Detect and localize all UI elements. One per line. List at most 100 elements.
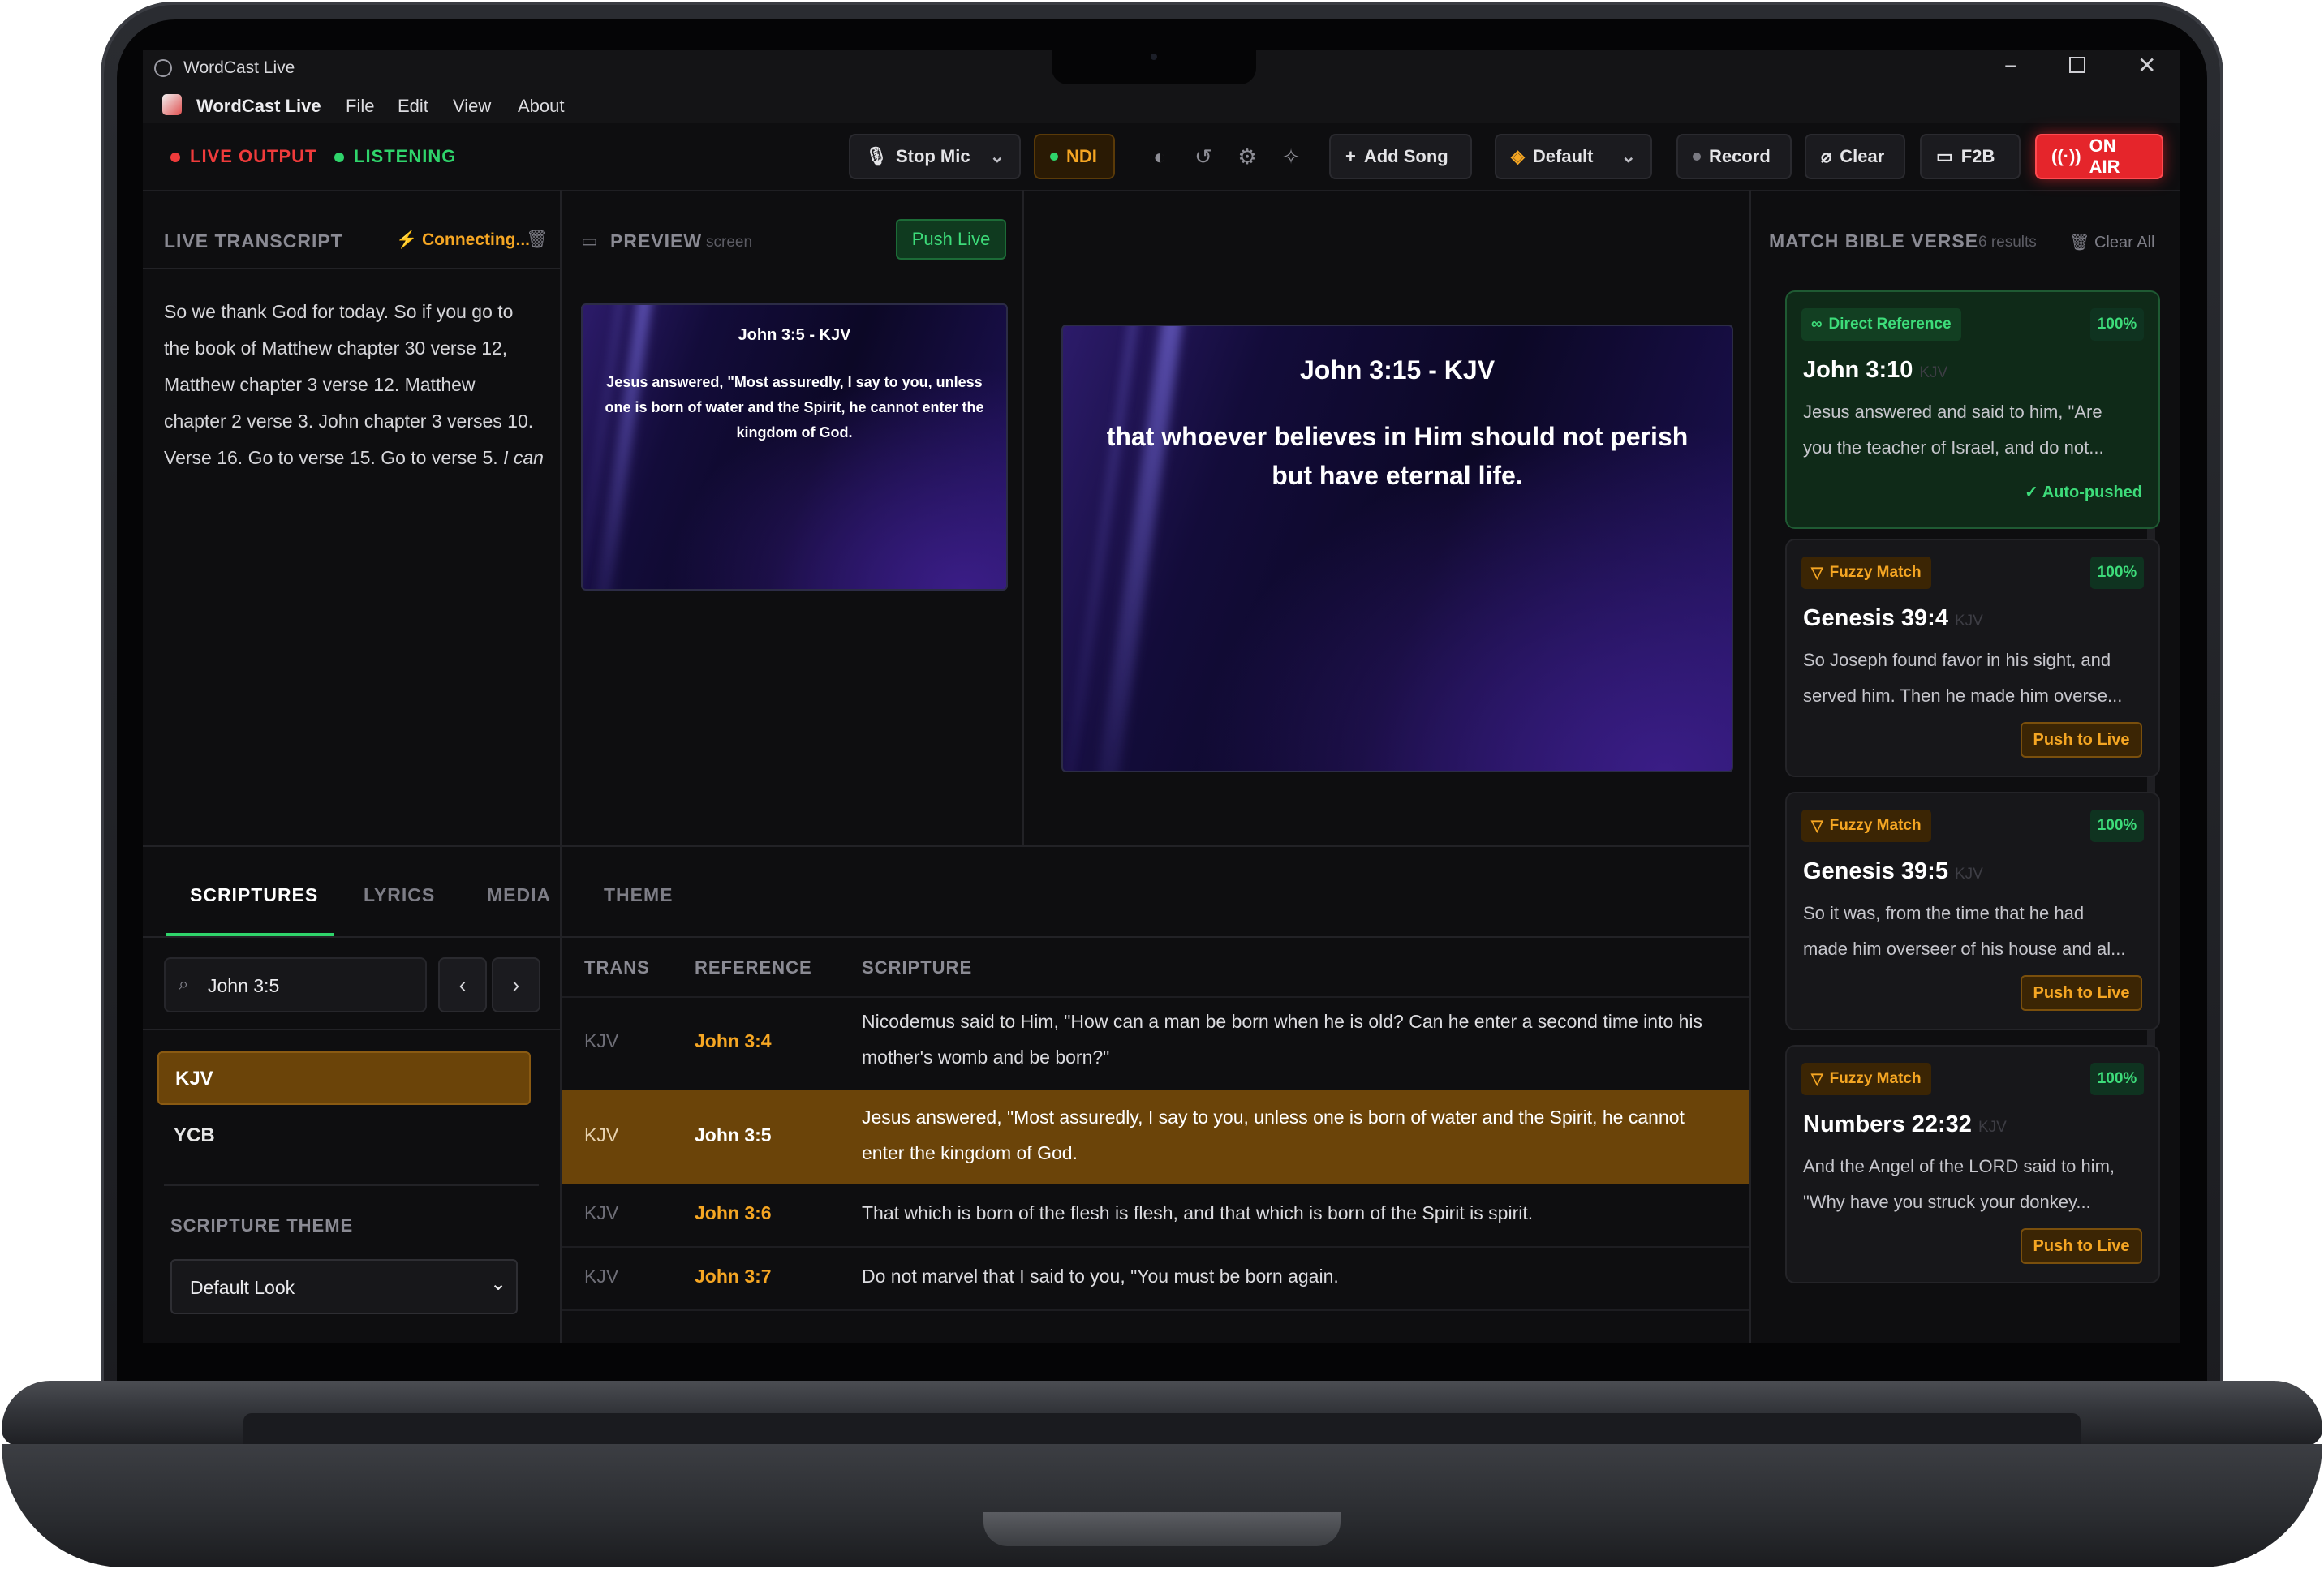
layers-icon: ◈ xyxy=(1511,146,1525,166)
match-text-line: you the teacher of Israel, and do not... xyxy=(1803,437,2104,458)
stop-mic-label: Stop Mic xyxy=(895,146,970,166)
live-slide-title: John 3:15 - KJV xyxy=(1299,355,1496,385)
menu-app-name: WordCast Live xyxy=(196,96,321,116)
transcript-text: So we thank God for today. So if you go … xyxy=(164,294,545,476)
clear-button[interactable]: ⌀ Clear xyxy=(1805,134,1905,179)
minimize-icon[interactable]: − xyxy=(2004,54,2016,79)
match-card[interactable]: ▽ Fuzzy Match 100% Genesis 39:5 KJV So it … xyxy=(1785,792,2160,1030)
push-to-live-button[interactable]: Push to Live xyxy=(2021,1228,2142,1264)
push-live-button[interactable]: Push Live xyxy=(896,219,1006,260)
search-icon: ⌕ xyxy=(179,974,189,994)
translation-item-ycb[interactable]: YCB xyxy=(157,1110,531,1163)
monitor-icon: ▭ xyxy=(581,230,598,251)
chevron-down-icon[interactable]: ⌄ xyxy=(990,146,1005,167)
transcript-line: Matthew chapter 3 verse 12. Matthew xyxy=(164,374,476,395)
tab-scriptures[interactable]: SCRIPTURES xyxy=(190,884,318,906)
row-scripture-line: Jesus answered, "Most assuredly, I say t… xyxy=(862,1107,1685,1128)
match-count: 6 results xyxy=(1978,234,2037,251)
trash-icon[interactable]: 🗑 xyxy=(526,229,549,250)
search-field[interactable]: ⌕ xyxy=(164,957,427,1012)
row-trans: KJV xyxy=(584,1202,619,1223)
magic-wand-icon[interactable]: ✧ xyxy=(1277,143,1305,170)
palette-icon[interactable]: ◐ xyxy=(1146,143,1173,170)
match-card[interactable]: ▽ Fuzzy Match 100% Numbers 22:32 KJV And t… xyxy=(1785,1045,2160,1283)
preview-slide-title: John 3:5 - KJV xyxy=(738,326,851,344)
row-trans: KJV xyxy=(584,1124,619,1146)
live-output-dot-icon xyxy=(170,153,180,162)
match-text-line: "Why have you struck your donkey... xyxy=(1803,1192,2091,1212)
ndi-label: NDI xyxy=(1066,146,1097,166)
badge-label: Fuzzy Match xyxy=(1829,564,1922,581)
menu-about[interactable]: About xyxy=(518,96,565,117)
menu-view[interactable]: View xyxy=(453,96,491,117)
transcript-line: the book of Matthew chapter 30 verse 12, xyxy=(164,337,508,359)
record-button[interactable]: Record xyxy=(1676,134,1792,179)
match-text: And the Angel of the LORD said to him, "W… xyxy=(1803,1149,2144,1220)
prev-verse-button[interactable]: ‹ xyxy=(438,957,487,1012)
push-to-live-button[interactable]: Push to Live xyxy=(2021,975,2142,1011)
match-reference-label: John 3:10 xyxy=(1803,357,1913,383)
wifi-off-icon: ⚡ xyxy=(396,230,418,249)
row-scripture-line: Do not marvel that I said to you, "You m… xyxy=(862,1266,1339,1287)
match-text-line: made him overseer of his house and al... xyxy=(1803,939,2126,959)
link-icon: ∞ xyxy=(1811,316,1823,333)
chevron-down-icon: ⌄ xyxy=(490,1273,507,1295)
history-icon[interactable]: ↺ xyxy=(1190,143,1217,170)
app-window: WordCast Live − ✕ WordCast Live File Edi… xyxy=(143,50,2180,1343)
transcript-status: ⚡ Connecting... xyxy=(396,230,530,250)
search-input[interactable] xyxy=(206,972,412,999)
tab-media[interactable]: MEDIA xyxy=(487,884,551,906)
scripture-theme-select[interactable]: Default Look ⌄ xyxy=(170,1259,518,1314)
camera-icon xyxy=(1151,54,1157,60)
row-reference: John 3:5 xyxy=(695,1124,772,1146)
table-header-trans: TRANS xyxy=(584,957,650,978)
row-scripture-line: mother's womb and be born?" xyxy=(862,1047,1110,1068)
push-to-live-button[interactable]: Push to Live xyxy=(2021,722,2142,758)
fuzzy-match-badge: ▽ Fuzzy Match xyxy=(1801,1063,1931,1095)
preview-sub: screen xyxy=(706,234,753,251)
theme-select[interactable]: ◈ Default ⌄ xyxy=(1495,134,1652,179)
preview-header: PREVIEW xyxy=(610,230,703,251)
on-air-button[interactable]: ((·)) ON AIR xyxy=(2035,134,2163,179)
menu-file[interactable]: File xyxy=(346,96,374,117)
match-reference-label: Numbers 22:32 xyxy=(1803,1111,1972,1137)
menu-edit[interactable]: Edit xyxy=(398,96,428,117)
ndi-button[interactable]: NDI xyxy=(1034,134,1115,179)
row-trans: KJV xyxy=(584,1030,619,1051)
chevron-down-icon[interactable]: ⌄ xyxy=(1621,146,1636,167)
match-reference-label: Genesis 39:5 xyxy=(1803,858,1948,884)
filter-icon: ▽ xyxy=(1811,817,1823,835)
confidence-badge: 100% xyxy=(2090,1063,2144,1095)
match-reference: Genesis 39:4 KJV xyxy=(1803,605,1983,632)
tab-lyrics[interactable]: LYRICS xyxy=(364,884,435,906)
close-icon[interactable]: ✕ xyxy=(2137,52,2156,79)
match-reference: Genesis 39:5 KJV xyxy=(1803,858,1983,885)
laptop-hinge-notch xyxy=(983,1512,1341,1546)
maximize-icon[interactable] xyxy=(2069,57,2085,73)
preview-slide-text: Jesus answered, "Most assuredly, I say t… xyxy=(605,374,984,441)
preview-slide[interactable]: John 3:5 - KJV Jesus answered, "Most ass… xyxy=(581,303,1008,591)
translation-item-kjv[interactable]: KJV xyxy=(157,1051,531,1105)
eraser-icon: ⌀ xyxy=(1821,146,1832,166)
match-card[interactable]: ▽ Fuzzy Match 100% Genesis 39:4 KJV So Jos… xyxy=(1785,539,2160,777)
match-reference: Numbers 22:32 KJV xyxy=(1803,1111,2007,1138)
direct-reference-badge: ∞ Direct Reference xyxy=(1801,308,1961,341)
divider xyxy=(143,1029,560,1030)
record-dot-icon xyxy=(1693,153,1701,161)
add-song-button[interactable]: + Add Song xyxy=(1329,134,1472,179)
divider xyxy=(164,1184,539,1186)
match-text-line: So it was, from the time that he had xyxy=(1803,903,2085,923)
match-version: KJV xyxy=(1954,866,1983,883)
clear-all-button[interactable]: 🗑 Clear All xyxy=(2069,232,2154,252)
laptop-base xyxy=(2,1444,2322,1567)
settings-gear-icon[interactable]: ⚙ xyxy=(1233,143,1261,170)
ndi-status-dot-icon xyxy=(1050,153,1058,161)
next-verse-button[interactable]: › xyxy=(492,957,540,1012)
row-reference: John 3:4 xyxy=(695,1030,772,1051)
tab-theme[interactable]: THEME xyxy=(604,884,674,906)
row-scripture-line: Nicodemus said to Him, "How can a man be… xyxy=(862,1011,1703,1032)
stop-mic-button[interactable]: 🎙 Stop Mic ⌄ xyxy=(849,134,1021,179)
match-card[interactable]: ∞ Direct Reference 100% John 3:10 KJV Jesu… xyxy=(1785,290,2160,529)
f2b-button[interactable]: ▭ F2B xyxy=(1920,134,2021,179)
transcript-header: LIVE TRANSCRIPT xyxy=(164,230,343,251)
